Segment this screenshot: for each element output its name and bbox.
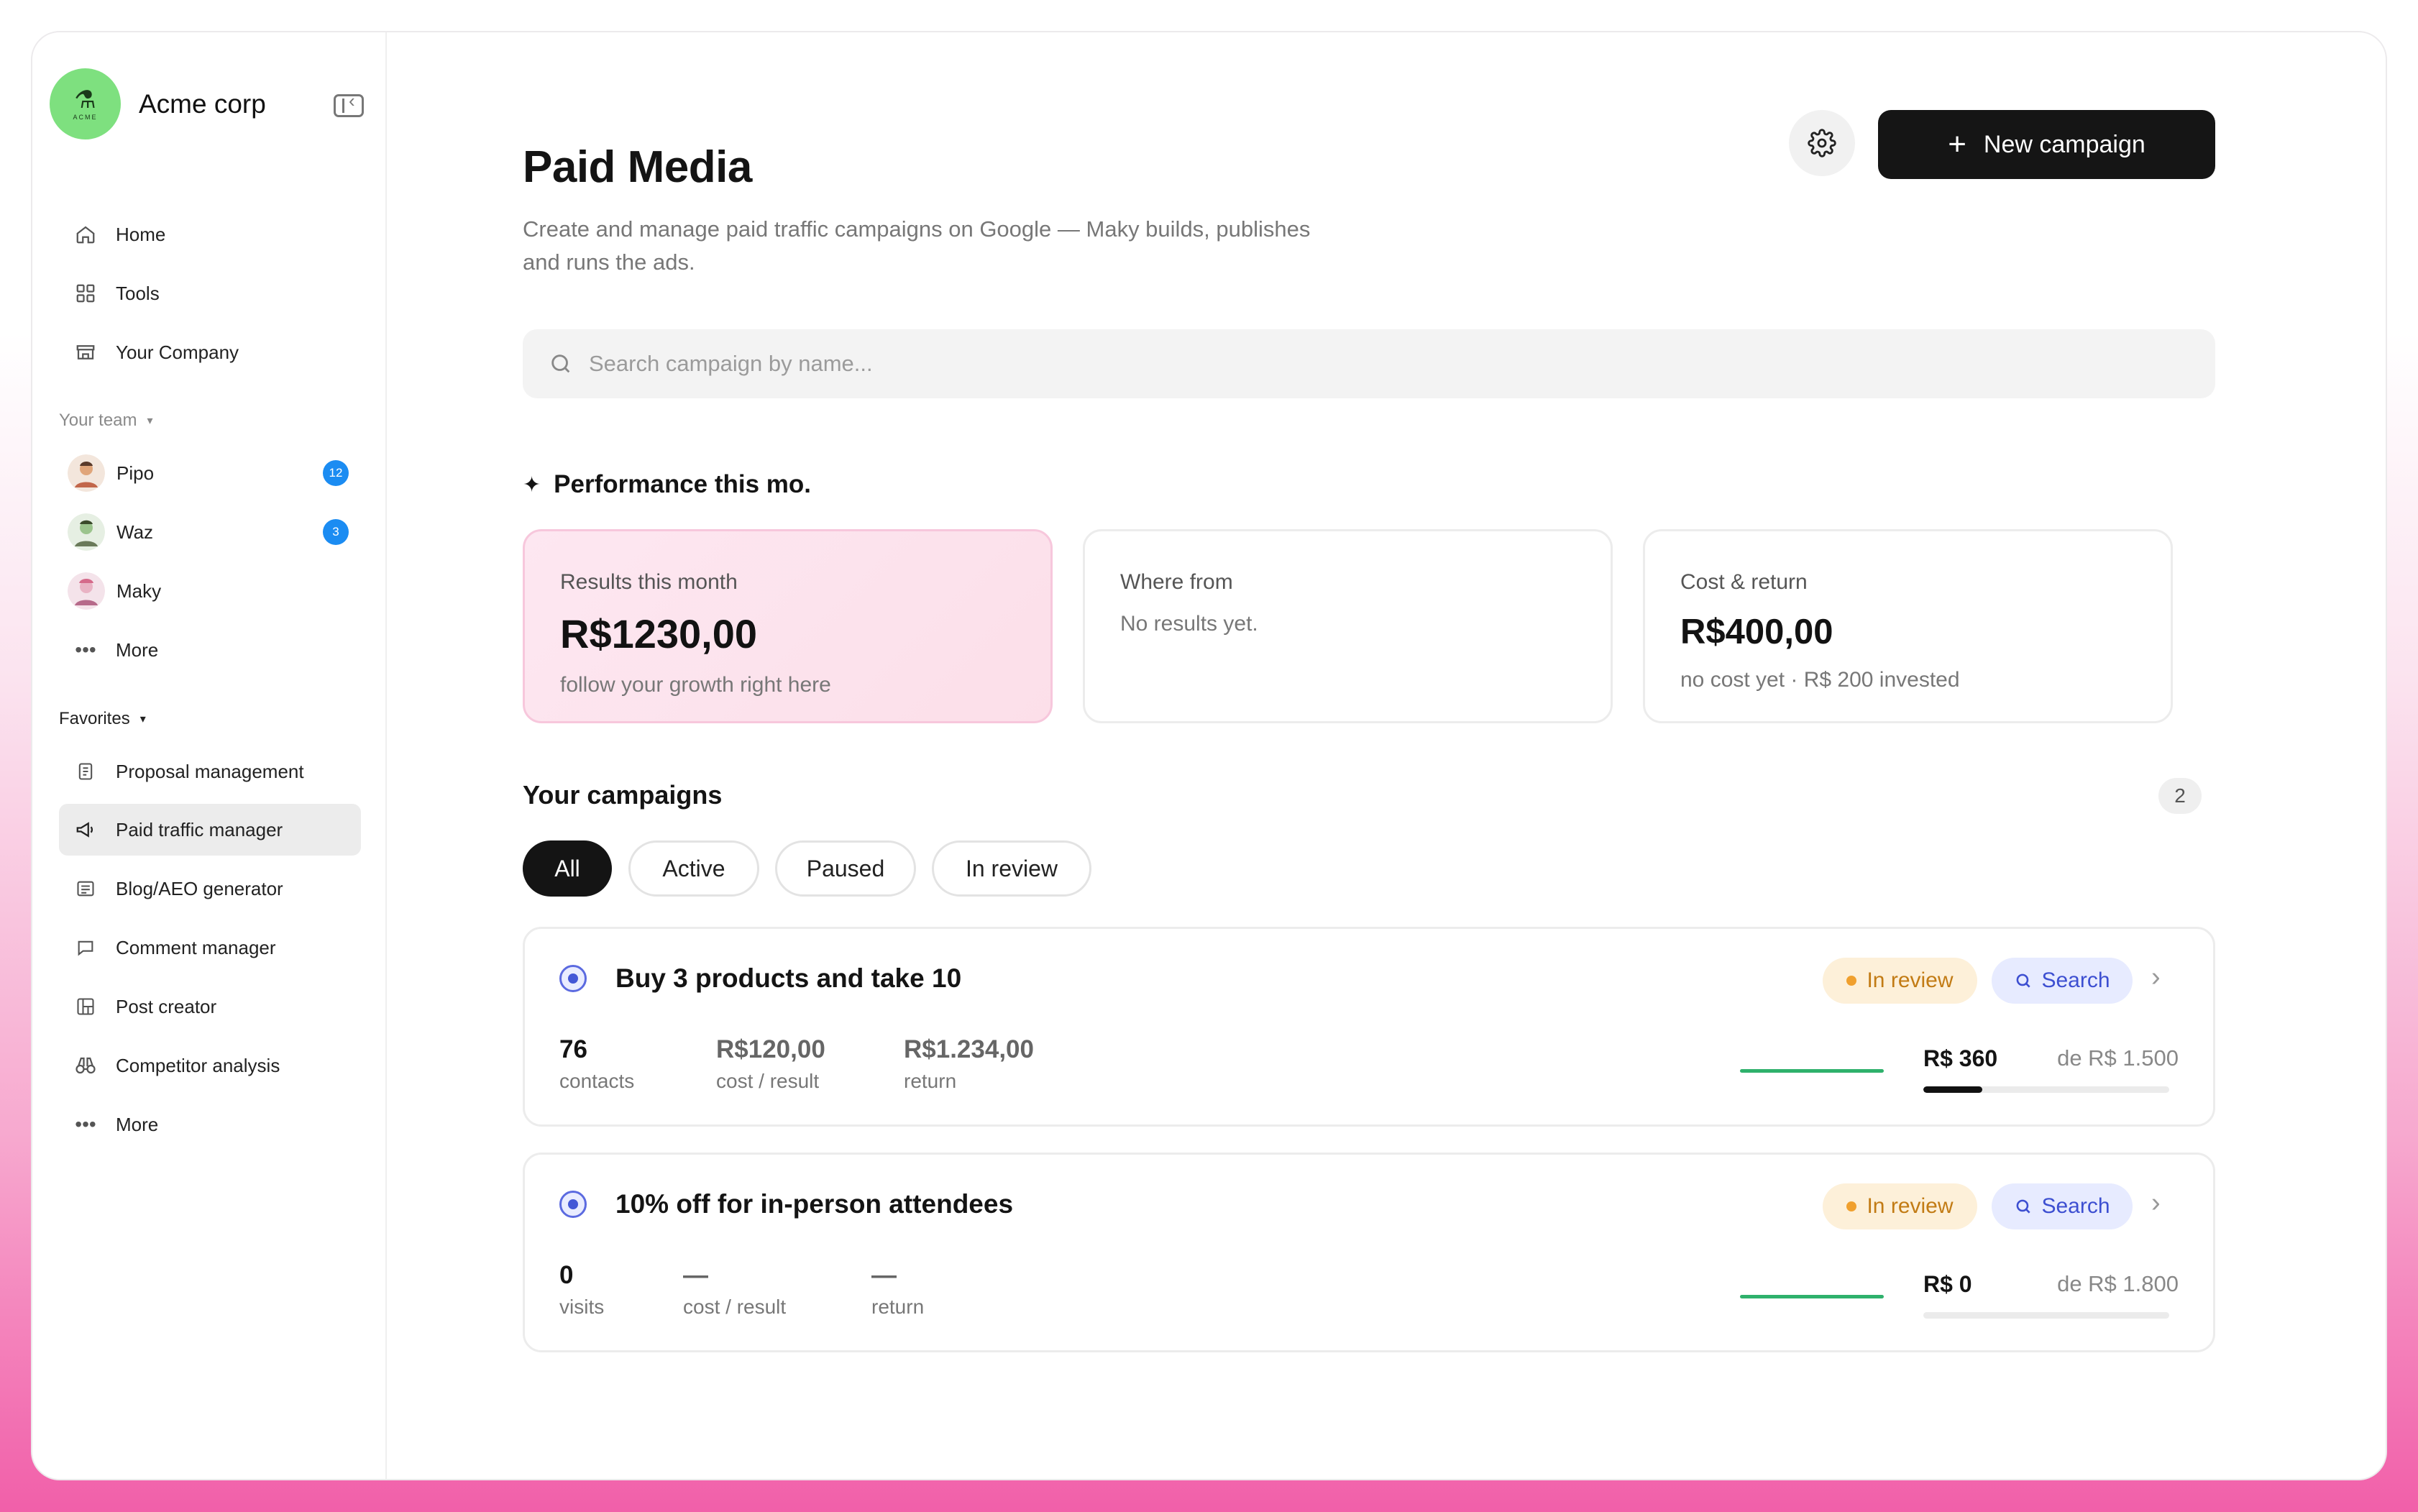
metric-label: visits xyxy=(559,1296,605,1318)
campaigns-heading: Your campaigns xyxy=(523,780,723,810)
status-badge: In review xyxy=(1823,1183,1977,1229)
metric-cost-per-result: — cost / result xyxy=(683,1261,786,1319)
card-note: follow your growth right here xyxy=(560,673,831,697)
chevron-right-icon[interactable]: › xyxy=(2151,962,2161,993)
where-from-card: Where from No results yet. xyxy=(1083,529,1613,723)
metric-label: cost / result xyxy=(683,1296,787,1318)
metric-label: return xyxy=(871,1296,925,1318)
app-window: ⚗ ACME Acme corp Home Tools Your Company xyxy=(31,31,2387,1480)
metric-value: — xyxy=(871,1261,897,1289)
campaign-name: 10% off for in-person attendees xyxy=(615,1189,1014,1219)
search-icon xyxy=(2014,971,2033,990)
card-note: no cost yet · R$ 200 invested xyxy=(1680,668,1960,692)
status-badge: In review xyxy=(1823,958,1977,1004)
card-label: Where from xyxy=(1120,570,1233,594)
metric-label: contacts xyxy=(559,1070,635,1092)
card-label: Cost & return xyxy=(1680,570,1808,594)
trend-sparkline xyxy=(1740,1069,1884,1073)
sparkle-icon: ✦ xyxy=(523,472,541,497)
metric-label: cost / result xyxy=(716,1070,820,1092)
gear-icon xyxy=(1808,129,1836,157)
budget-spent: R$ 360 xyxy=(1923,1045,1998,1071)
page-subtitle: Create and manage paid traffic campaigns… xyxy=(523,216,1311,275)
campaign-name: Buy 3 products and take 10 xyxy=(615,963,962,993)
metric-visits: 0 visits xyxy=(559,1261,604,1319)
page-title: Paid Media xyxy=(523,142,752,192)
channel-label: Search xyxy=(2041,968,2110,992)
budget-progress-bar xyxy=(1923,1086,2169,1093)
status-label: In review xyxy=(1867,1194,1954,1218)
metric-value: — xyxy=(683,1261,708,1289)
performance-heading: ✦ Performance this mo. xyxy=(523,470,811,499)
performance-title: Performance this mo. xyxy=(554,470,812,498)
status-dot-icon xyxy=(1846,976,1857,986)
budget-total: de R$ 1.800 xyxy=(2057,1271,2179,1296)
channel-label: Search xyxy=(2041,1194,2110,1218)
filter-all[interactable]: All xyxy=(523,840,612,897)
metric-value: 0 xyxy=(559,1261,574,1289)
budget-spent: R$ 0 xyxy=(1923,1271,1972,1297)
card-value: R$400,00 xyxy=(1680,613,1833,651)
new-campaign-button[interactable]: + New campaign xyxy=(1878,110,2215,179)
metric-return: — return xyxy=(871,1261,924,1319)
card-value: R$1230,00 xyxy=(560,611,758,656)
status-label: In review xyxy=(1867,968,1954,992)
metric-value: R$1.234,00 xyxy=(904,1035,1034,1063)
budget-total: de R$ 1.500 xyxy=(2057,1045,2179,1071)
target-icon xyxy=(559,965,587,992)
metric-value: 76 xyxy=(559,1035,587,1063)
filter-in-review[interactable]: In review xyxy=(932,840,1091,897)
budget-progress-fill xyxy=(1923,1086,1983,1093)
main-content: Paid Media Create and manage paid traffi… xyxy=(32,32,2386,1479)
trend-sparkline xyxy=(1740,1295,1884,1298)
campaign-card[interactable]: 10% off for in-person attendees In revie… xyxy=(523,1153,2215,1352)
filter-active[interactable]: Active xyxy=(628,840,759,897)
card-label: Results this month xyxy=(560,570,738,594)
cost-return-card: Cost & return R$400,00 no cost yet · R$ … xyxy=(1643,529,2173,723)
card-note: No results yet. xyxy=(1120,612,1258,636)
metric-return: R$1.234,00 return xyxy=(904,1035,1034,1093)
status-dot-icon xyxy=(1846,1201,1857,1211)
campaign-count-badge: 2 xyxy=(2158,778,2202,814)
plus-icon: + xyxy=(1948,127,1966,162)
chevron-right-icon[interactable]: › xyxy=(2151,1188,2161,1219)
channel-badge: Search xyxy=(1992,1183,2133,1229)
search-icon xyxy=(549,352,573,376)
results-card: Results this month R$1230,00 follow your… xyxy=(523,529,1053,723)
search-icon xyxy=(2014,1197,2033,1216)
target-icon xyxy=(559,1191,587,1218)
metric-contacts: 76 contacts xyxy=(559,1035,634,1093)
campaign-card[interactable]: Buy 3 products and take 10 In review Sea… xyxy=(523,927,2215,1127)
search-placeholder: Search campaign by name... xyxy=(589,351,873,376)
metric-label: return xyxy=(904,1070,957,1092)
budget-progress-bar xyxy=(1923,1312,2169,1319)
filter-paused[interactable]: Paused xyxy=(775,840,916,897)
new-campaign-label: New campaign xyxy=(1983,130,2145,158)
search-input[interactable]: Search campaign by name... xyxy=(523,329,2215,398)
settings-button[interactable] xyxy=(1789,110,1855,176)
metric-value: R$120,00 xyxy=(716,1035,825,1063)
metric-cost-per-result: R$120,00 cost / result xyxy=(716,1035,825,1093)
channel-badge: Search xyxy=(1992,958,2133,1004)
